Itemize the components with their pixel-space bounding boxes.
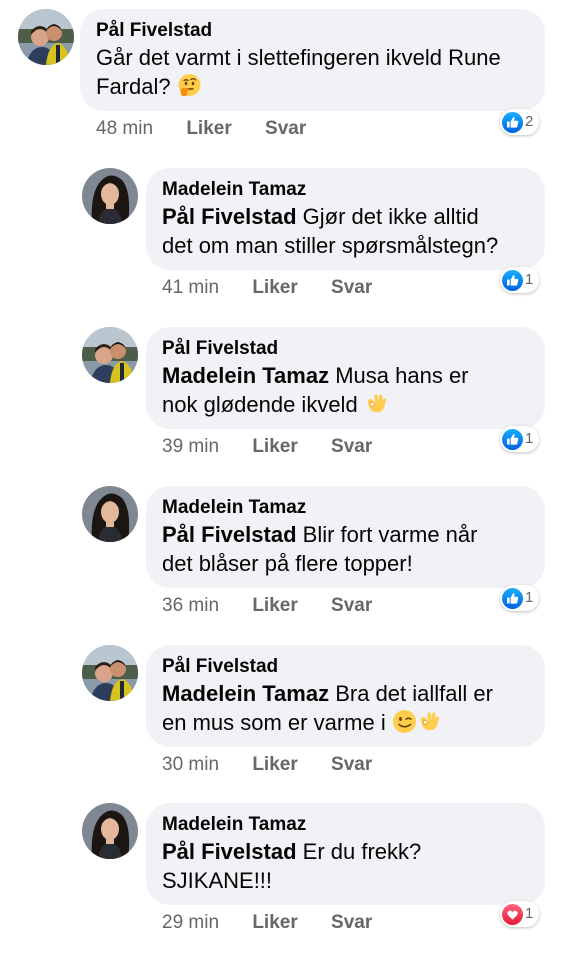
comment-text: Madelein Tamaz Musa hans er nok glødende… bbox=[162, 363, 469, 417]
comment-time[interactable]: 30 min bbox=[162, 753, 219, 777]
avatar-photo bbox=[82, 486, 138, 542]
comment-bubble: Madelein Tamaz Pål Fivelstad Er du frekk… bbox=[146, 803, 545, 905]
like-button[interactable]: Liker bbox=[252, 911, 297, 935]
comment-text: Pål Fivelstad Gjør det ikke alltid det o… bbox=[162, 204, 499, 258]
reaction-count: 1 bbox=[525, 430, 534, 447]
reaction-summary[interactable]: 1 bbox=[500, 426, 540, 452]
reaction-count: 1 bbox=[525, 271, 534, 288]
comment-meta: 39 min Liker Svar bbox=[162, 435, 400, 459]
mention-link[interactable]: Madelein Tamaz bbox=[162, 363, 329, 388]
comment-author[interactable]: Pål Fivelstad bbox=[162, 337, 529, 361]
like-button[interactable]: Liker bbox=[186, 117, 231, 141]
like-button[interactable]: Liker bbox=[252, 753, 297, 777]
like-icon bbox=[502, 588, 523, 609]
reply-button[interactable]: Svar bbox=[331, 435, 372, 459]
reaction-summary[interactable]: 2 bbox=[500, 109, 540, 135]
avatar-photo bbox=[82, 168, 138, 224]
comment-author[interactable]: Pål Fivelstad bbox=[96, 19, 529, 43]
reply-button[interactable]: Svar bbox=[331, 911, 372, 935]
like-button[interactable]: Liker bbox=[252, 594, 297, 618]
like-button[interactable]: Liker bbox=[252, 276, 297, 300]
comment-text: Pål Fivelstad Er du frekk? SJIKANE!!! bbox=[162, 839, 422, 893]
comment-text: Går det varmt i slettefingeren ikveld Ru… bbox=[96, 45, 501, 99]
comment-time[interactable]: 48 min bbox=[96, 117, 153, 141]
comment-bubble: Pål Fivelstad Går det varmt i slettefing… bbox=[80, 9, 545, 111]
comment-bubble: Madelein Tamaz Pål Fivelstad Gjør det ik… bbox=[146, 168, 545, 270]
mention-link[interactable]: Pål Fivelstad bbox=[162, 204, 297, 229]
mention-link[interactable]: Pål Fivelstad bbox=[162, 522, 297, 547]
comment-bubble: Madelein Tamaz Pål Fivelstad Blir fort v… bbox=[146, 486, 545, 588]
comment-time[interactable]: 36 min bbox=[162, 594, 219, 618]
comment-meta: 29 min Liker Svar bbox=[162, 911, 400, 935]
comment-meta: 30 min Liker Svar bbox=[162, 753, 400, 777]
comment-author[interactable]: Madelein Tamaz bbox=[162, 496, 529, 520]
reaction-count: 2 bbox=[525, 113, 534, 130]
avatar[interactable] bbox=[82, 168, 138, 224]
comment-bubble: Pål Fivelstad Madelein Tamaz Musa hans e… bbox=[146, 327, 545, 429]
avatar-photo bbox=[82, 327, 138, 383]
avatar-photo bbox=[82, 645, 138, 701]
avatar[interactable] bbox=[18, 9, 74, 65]
avatar[interactable] bbox=[82, 803, 138, 859]
reply-button[interactable]: Svar bbox=[265, 117, 306, 141]
winking-face-emoji bbox=[392, 709, 417, 734]
comment-text: Pål Fivelstad Blir fort varme når det bl… bbox=[162, 522, 478, 576]
comment-bubble: Pål Fivelstad Madelein Tamaz Bra det ial… bbox=[146, 645, 545, 747]
reaction-count: 1 bbox=[525, 589, 534, 606]
like-icon bbox=[502, 112, 523, 133]
comment-meta: 48 min Liker Svar bbox=[96, 117, 334, 141]
love-icon bbox=[502, 904, 523, 925]
comment-author[interactable]: Madelein Tamaz bbox=[162, 813, 529, 837]
reply-button[interactable]: Svar bbox=[331, 753, 372, 777]
comment-time[interactable]: 39 min bbox=[162, 435, 219, 459]
reaction-summary[interactable]: 1 bbox=[500, 585, 540, 611]
like-icon bbox=[502, 429, 523, 450]
ok-hand-emoji bbox=[417, 709, 442, 734]
reply-button[interactable]: Svar bbox=[331, 594, 372, 618]
comment-meta: 41 min Liker Svar bbox=[162, 276, 400, 300]
avatar[interactable] bbox=[82, 486, 138, 542]
mention-link[interactable]: Pål Fivelstad bbox=[162, 839, 297, 864]
reaction-summary[interactable]: 1 bbox=[500, 267, 540, 293]
like-button[interactable]: Liker bbox=[252, 435, 297, 459]
reaction-summary[interactable]: 1 bbox=[500, 901, 540, 927]
comment-author[interactable]: Pål Fivelstad bbox=[162, 655, 529, 679]
comment-meta: 36 min Liker Svar bbox=[162, 594, 400, 618]
like-icon bbox=[502, 270, 523, 291]
avatar[interactable] bbox=[82, 327, 138, 383]
comment-text: Madelein Tamaz Bra det iallfall er en mu… bbox=[162, 681, 493, 735]
thinking-face-emoji bbox=[177, 73, 202, 98]
avatar[interactable] bbox=[82, 645, 138, 701]
comment-time[interactable]: 41 min bbox=[162, 276, 219, 300]
ok-hand-emoji bbox=[364, 391, 389, 416]
mention-link[interactable]: Madelein Tamaz bbox=[162, 681, 329, 706]
comment-time[interactable]: 29 min bbox=[162, 911, 219, 935]
avatar-photo bbox=[18, 9, 74, 65]
comment-author[interactable]: Madelein Tamaz bbox=[162, 178, 529, 202]
reply-button[interactable]: Svar bbox=[331, 276, 372, 300]
avatar-photo bbox=[82, 803, 138, 859]
reaction-count: 1 bbox=[525, 905, 534, 922]
